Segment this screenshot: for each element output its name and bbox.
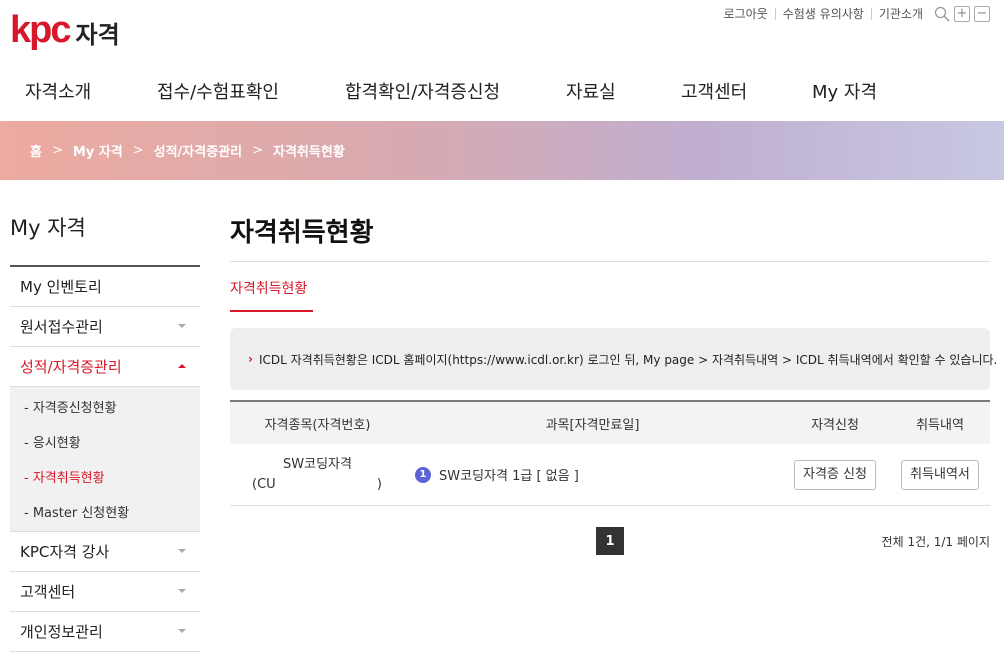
acquisition-table: 자격종목(자격번호) 과목[자격만료일] 자격신청 취득내역 SW코딩자격 (C… bbox=[230, 400, 990, 506]
chevron-right-icon: › bbox=[248, 352, 253, 366]
nav-customer-center[interactable]: 고객센터 bbox=[681, 78, 747, 104]
nav-registration[interactable]: 접수/수험표확인 bbox=[157, 78, 279, 104]
breadcrumb-home[interactable]: 홈 bbox=[30, 141, 42, 160]
pagination-summary: 전체 1건, 1/1 페이지 bbox=[881, 535, 990, 549]
nav-resources[interactable]: 자료실 bbox=[566, 78, 616, 104]
submenu-item-acquired[interactable]: - 자격취득현황 bbox=[10, 459, 200, 494]
history-cell: 취득내역서 bbox=[890, 459, 990, 490]
zoom-out-icon[interactable]: − bbox=[974, 6, 990, 22]
sidebar-item-label: 고객센터 bbox=[20, 583, 76, 601]
breadcrumb-current: 자격취득현황 bbox=[273, 145, 345, 160]
chevron-right-icon: > bbox=[132, 143, 144, 158]
logo-mark: kpc bbox=[10, 9, 72, 51]
nav-pass-check[interactable]: 합격확인/자격증신청 bbox=[345, 78, 500, 104]
sidebar-item-instructor[interactable]: KPC자격 강사 bbox=[10, 532, 200, 572]
column-header: 자격신청 bbox=[811, 417, 859, 433]
sidebar-item-label: 개인정보관리 bbox=[20, 623, 103, 641]
chevron-down-icon bbox=[178, 549, 186, 553]
qualification-number-open: (CU bbox=[252, 476, 276, 492]
page: kpc 자격 로그아웃 수험생 유의사항 기관소개 + − 자격소개 접수/수험… bbox=[0, 0, 1004, 666]
nav-qualification-intro[interactable]: 자격소개 bbox=[25, 78, 91, 104]
page-title: 자격취득현황 bbox=[230, 218, 374, 248]
column-header: 자격종목(자격번호) bbox=[264, 417, 371, 433]
sidebar-item-application[interactable]: 원서접수관리 bbox=[10, 307, 200, 347]
zoom-in-icon[interactable]: + bbox=[954, 6, 970, 22]
subject-text: SW코딩자격 1급 [ 없음 ] bbox=[439, 469, 579, 484]
search-icon[interactable] bbox=[934, 6, 950, 22]
table-header: 자격종목(자격번호) 과목[자격만료일] 자격신청 취득내역 bbox=[230, 400, 990, 444]
qualification-number-close: ) bbox=[376, 476, 382, 492]
sidebar-item-grades[interactable]: 성적/자격증관리 bbox=[10, 347, 200, 387]
main-nav: 자격소개 접수/수험표확인 합격확인/자격증신청 자료실 고객센터 My 자격 bbox=[0, 78, 1004, 106]
page-number-button[interactable]: 1 bbox=[596, 527, 624, 555]
notice-text: ICDL 자격취득현황은 ICDL 홈페이지(https://www.icdl.… bbox=[258, 352, 998, 367]
kpc-logo[interactable]: kpc 자격 bbox=[10, 8, 120, 52]
acquisition-history-button[interactable]: 취득내역서 bbox=[901, 459, 979, 490]
chevron-right-icon: > bbox=[252, 143, 264, 158]
about-link[interactable]: 기관소개 bbox=[870, 8, 930, 20]
certificate-apply-button[interactable]: 자격증 신청 bbox=[794, 459, 876, 490]
tab-acquired[interactable]: 자격취득현황 bbox=[230, 278, 313, 312]
breadcrumb-grades[interactable]: 성적/자격증관리 bbox=[154, 141, 242, 160]
page-banner: 홈 > My 자격 > 성적/자격증관리 > 자격취득현황 bbox=[0, 121, 1004, 180]
submenu-item-master[interactable]: - Master 신청현황 bbox=[10, 494, 200, 529]
chevron-up-icon bbox=[178, 364, 186, 368]
breadcrumb-my[interactable]: My 자격 bbox=[73, 141, 123, 160]
chevron-right-icon: > bbox=[51, 143, 63, 158]
logo-text: 자격 bbox=[75, 20, 120, 49]
column-header: 과목[자격만료일] bbox=[545, 417, 640, 433]
utility-bar: 로그아웃 수험생 유의사항 기관소개 + − bbox=[717, 6, 990, 22]
exam-notice-link[interactable]: 수험생 유의사항 bbox=[774, 8, 871, 20]
apply-cell: 자격증 신청 bbox=[780, 459, 890, 490]
sidebar-item-label: 성적/자격증관리 bbox=[20, 358, 122, 376]
sidebar-item-privacy[interactable]: 개인정보관리 bbox=[10, 612, 200, 652]
divider bbox=[230, 261, 990, 262]
logout-link[interactable]: 로그아웃 bbox=[717, 8, 775, 20]
qualification-number: (CU ) bbox=[252, 475, 382, 495]
chevron-down-icon bbox=[178, 589, 186, 593]
chevron-down-icon bbox=[178, 324, 186, 328]
sidebar-item-inventory[interactable]: My 인벤토리 bbox=[10, 267, 200, 307]
sidebar-item-customer[interactable]: 고객센터 bbox=[10, 572, 200, 612]
nav-my-qualification[interactable]: My 자격 bbox=[812, 78, 877, 104]
submenu-item-cert-apply[interactable]: - 자격증신청현황 bbox=[10, 389, 200, 424]
submenu-item-exam-status[interactable]: - 응시현황 bbox=[10, 424, 200, 459]
table-row: SW코딩자격 (CU ) 1 SW코딩자격 1급 [ 없음 ] 자격증 신청 취… bbox=[230, 444, 990, 506]
column-header: 취득내역 bbox=[916, 417, 964, 433]
notice-box: › ICDL 자격취득현황은 ICDL 홈페이지(https://www.icd… bbox=[230, 328, 997, 390]
sidebar-item-label: My 인벤토리 bbox=[20, 278, 102, 296]
number-badge: 1 bbox=[415, 466, 431, 483]
sidebar-item-label: KPC자격 강사 bbox=[20, 543, 110, 561]
qualification-cell: SW코딩자격 (CU ) bbox=[230, 455, 405, 495]
chevron-down-icon bbox=[178, 629, 186, 633]
qualification-name: SW코딩자격 bbox=[283, 456, 352, 472]
sidebar-item-label: 원서접수관리 bbox=[20, 318, 103, 336]
subject-cell: 1 SW코딩자격 1급 [ 없음 ] bbox=[405, 465, 780, 484]
breadcrumb: 홈 > My 자격 > 성적/자격증관리 > 자격취득현황 bbox=[30, 121, 345, 180]
sidebar-title: My 자격 bbox=[10, 216, 86, 240]
sidebar-submenu: - 자격증신청현황 - 응시현황 - 자격취득현황 - Master 신청현황 bbox=[10, 387, 200, 532]
sidebar: My 인벤토리 원서접수관리 성적/자격증관리 - 자격증신청현황 - 응시현황… bbox=[10, 265, 200, 652]
